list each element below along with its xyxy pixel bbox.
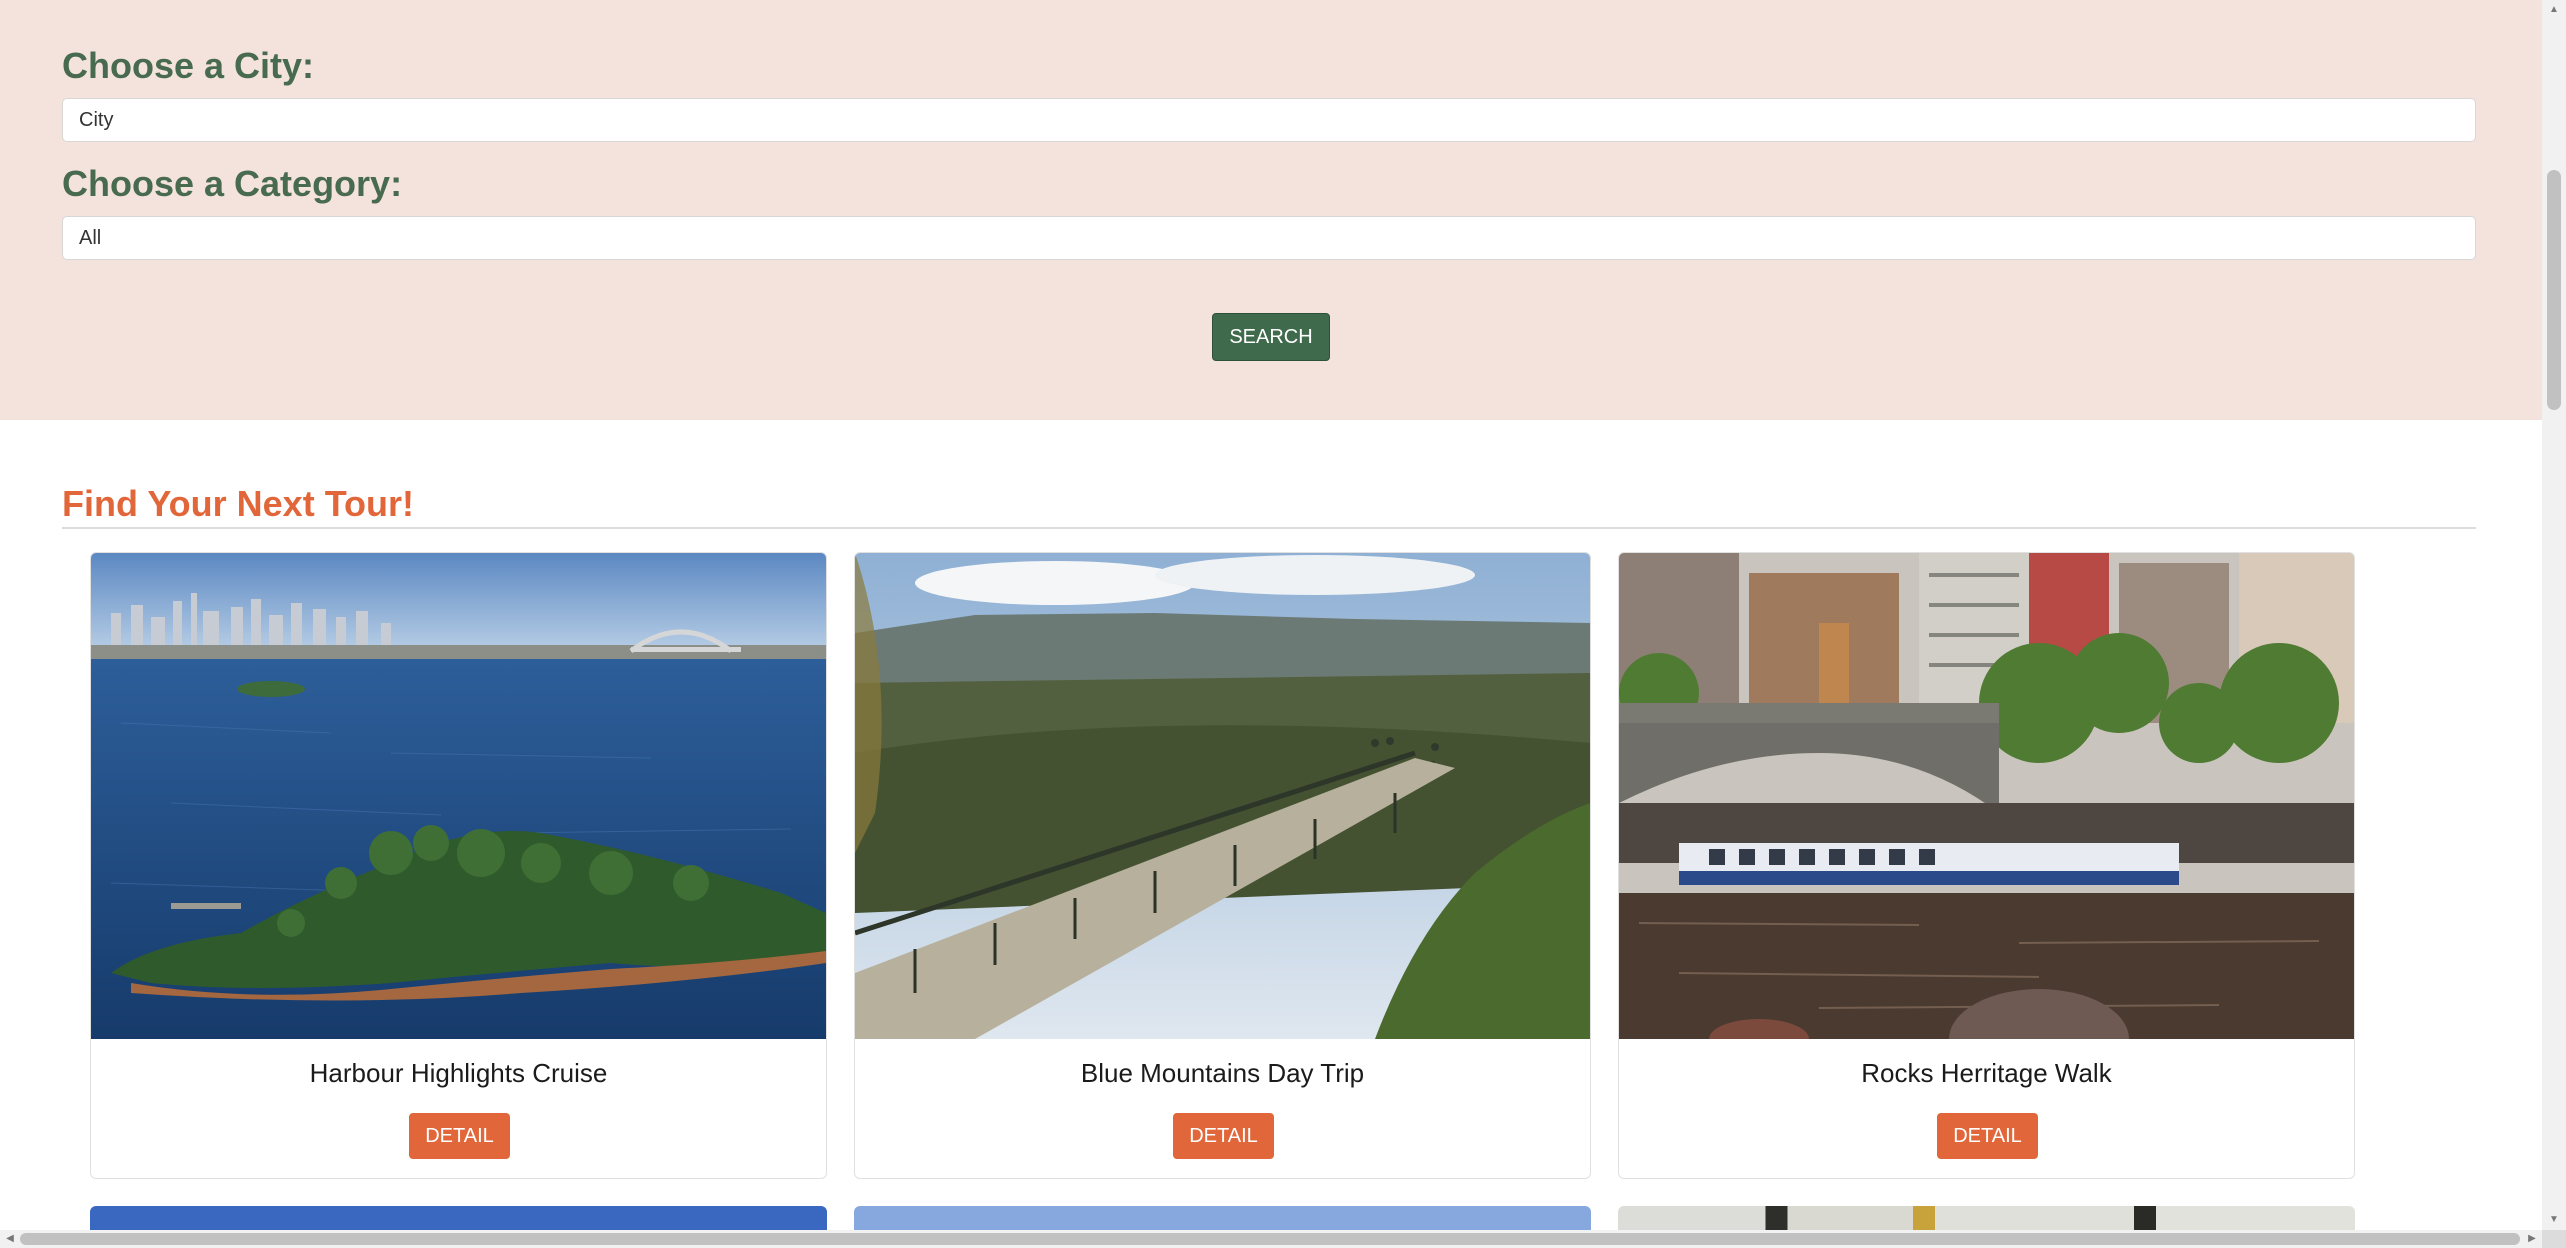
scroll-up-icon[interactable]: ▲ bbox=[2542, 0, 2566, 20]
city-label: Choose a City: bbox=[62, 45, 315, 86]
tour-card: Rocks Herritage Walk DETAIL bbox=[1618, 552, 2355, 1179]
section-divider bbox=[62, 527, 2476, 529]
section-title: Find Your Next Tour! bbox=[62, 483, 414, 524]
search-button[interactable]: SEARCH bbox=[1212, 313, 1330, 361]
city-select[interactable]: City bbox=[62, 98, 2476, 142]
horizontal-scrollbar[interactable]: ◀ ▶ bbox=[0, 1230, 2542, 1248]
detail-button[interactable]: DETAIL bbox=[1173, 1113, 1274, 1159]
scroll-down-icon[interactable]: ▼ bbox=[2542, 1210, 2566, 1230]
detail-button[interactable]: DETAIL bbox=[409, 1113, 510, 1159]
card-title: Blue Mountains Day Trip bbox=[1080, 1058, 1365, 1088]
tour-card: Blue Mountains Day Trip DETAIL bbox=[854, 552, 1591, 1179]
category-select[interactable]: All bbox=[62, 216, 2476, 260]
vertical-scroll-thumb[interactable] bbox=[2547, 170, 2561, 410]
scroll-right-icon[interactable]: ▶ bbox=[2522, 1230, 2542, 1248]
vertical-scrollbar[interactable]: ▲ ▼ bbox=[2542, 0, 2566, 1230]
tour-card: Harbour Highlights Cruise DETAIL bbox=[90, 552, 827, 1179]
category-label: Choose a Category: bbox=[62, 163, 403, 204]
card-title: Harbour Highlights Cruise bbox=[309, 1058, 608, 1088]
scroll-left-icon[interactable]: ◀ bbox=[0, 1230, 20, 1248]
mountains-photo[interactable] bbox=[855, 553, 1590, 1039]
harbour-photo[interactable] bbox=[91, 553, 826, 1039]
detail-button[interactable]: DETAIL bbox=[1937, 1113, 2038, 1159]
horizontal-scroll-thumb[interactable] bbox=[20, 1233, 2520, 1245]
scrollbar-corner bbox=[2542, 1230, 2566, 1248]
card-title: Rocks Herritage Walk bbox=[1861, 1058, 2112, 1088]
river-city-photo[interactable] bbox=[1619, 553, 2354, 1039]
search-panel: Choose a City: City Choose a Category: A… bbox=[0, 0, 2542, 420]
